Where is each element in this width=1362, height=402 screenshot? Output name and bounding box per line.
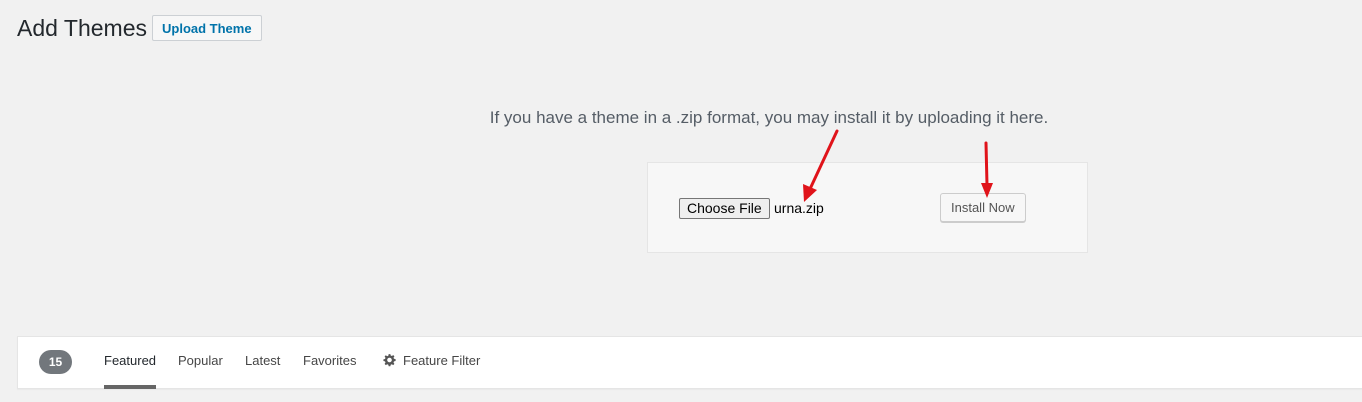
feature-filter-label: Feature Filter — [403, 353, 481, 368]
selected-file-name: urna.zip — [774, 200, 824, 216]
choose-file-button[interactable]: Choose File — [679, 198, 770, 219]
upload-theme-button[interactable]: Upload Theme — [152, 15, 262, 41]
feature-filter-button[interactable]: Feature Filter — [383, 337, 480, 385]
gear-icon — [383, 354, 396, 367]
theme-filter-bar: 15 Featured Popular Latest Favorites Fea… — [17, 336, 1362, 389]
tab-favorites[interactable]: Favorites — [303, 337, 356, 389]
install-now-button[interactable]: Install Now — [940, 193, 1026, 222]
upload-description: If you have a theme in a .zip format, yo… — [489, 108, 1049, 127]
page-title: Add Themes — [17, 15, 147, 41]
tab-latest[interactable]: Latest — [245, 337, 280, 389]
tab-popular[interactable]: Popular — [178, 337, 223, 389]
upload-form: Choose File urna.zip Install Now — [647, 162, 1088, 253]
tab-featured[interactable]: Featured — [104, 337, 157, 389]
theme-count-badge: 15 — [39, 350, 72, 374]
